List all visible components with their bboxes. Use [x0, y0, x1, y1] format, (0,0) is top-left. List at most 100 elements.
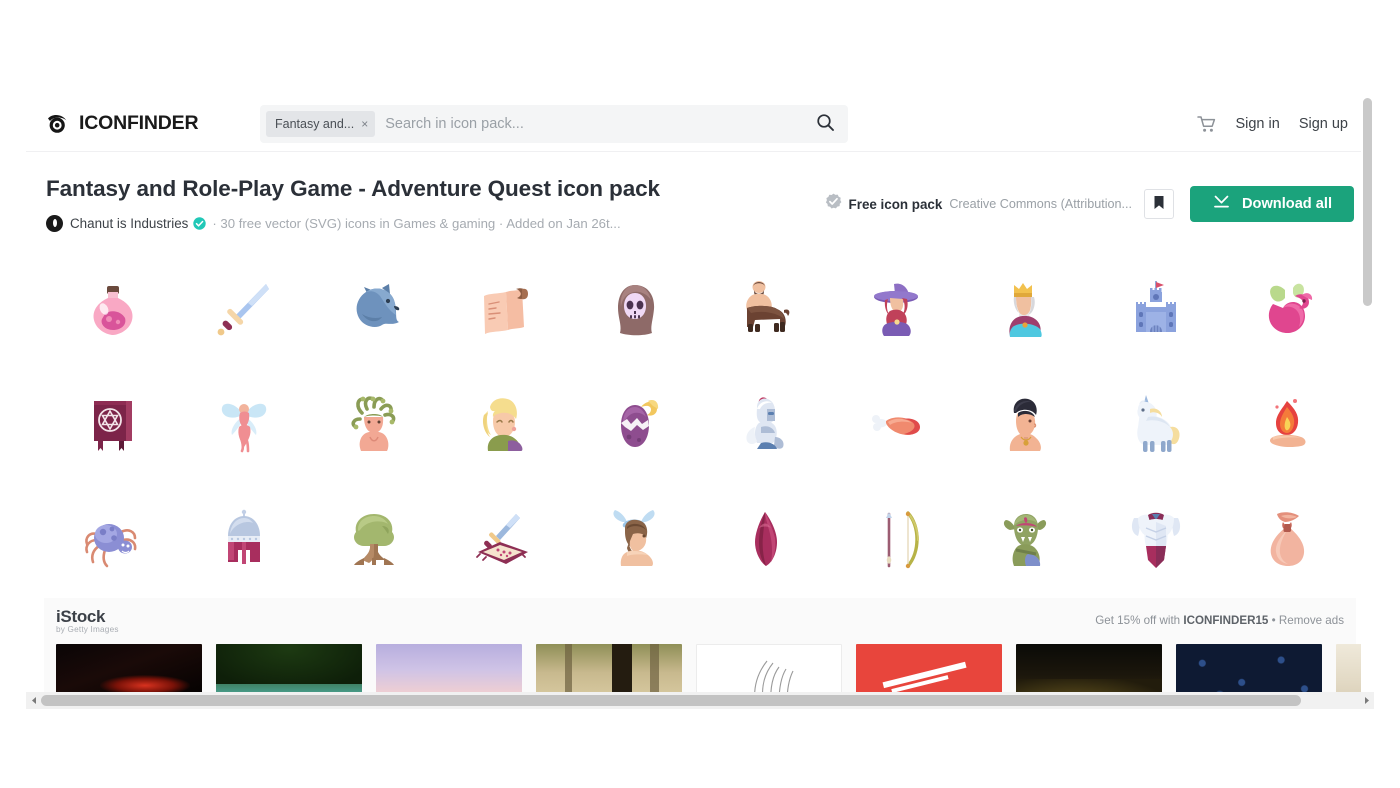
- bow-icon: [864, 508, 928, 572]
- browser-viewport: ICONFINDER Fantasy and... × Search in ic…: [26, 96, 1374, 712]
- icon-pack-header: Fantasy and Role-Play Game - Adventure Q…: [26, 152, 1374, 246]
- hero-icon: [994, 393, 1058, 457]
- icon-cell-spell-book[interactable]: [48, 367, 178, 482]
- icon-cell-king[interactable]: [961, 252, 1091, 367]
- sign-up-link[interactable]: Sign up: [1299, 116, 1348, 132]
- icon-cell-scroll[interactable]: [439, 252, 569, 367]
- pack-meta-text: · 30 free vector (SVG) icons in Games & …: [212, 216, 621, 231]
- icon-cell-dragon-egg[interactable]: [570, 367, 700, 482]
- spell-book-icon: [81, 393, 145, 457]
- icon-cell-orc[interactable]: [961, 482, 1091, 597]
- money-bag-icon: [1255, 508, 1319, 572]
- horizontal-scrollbar[interactable]: [26, 692, 1374, 709]
- istock-logo-name: iStock: [56, 607, 106, 626]
- dragon-icon: [1255, 278, 1319, 342]
- pack-actions: Free icon pack Creative Commons (Attribu…: [825, 176, 1354, 222]
- ad-promo-text: Get 15% off with ICONFINDER15 • Remove a…: [1095, 608, 1344, 627]
- download-all-label: Download all: [1242, 196, 1332, 212]
- close-icon[interactable]: ×: [361, 118, 368, 130]
- icon-cell-wolf[interactable]: [309, 252, 439, 367]
- license-info[interactable]: Free icon pack Creative Commons (Attribu…: [825, 193, 1132, 215]
- dragon-egg-icon: [603, 393, 667, 457]
- grim-reaper-icon: [603, 278, 667, 342]
- icon-cell-elf-girl[interactable]: [439, 367, 569, 482]
- sword-icon: [212, 278, 276, 342]
- crystal-icon: [733, 508, 797, 572]
- ad-promo-separator: •: [1268, 614, 1279, 627]
- icon-cell-spider[interactable]: [48, 482, 178, 597]
- unicorn-icon: [1124, 393, 1188, 457]
- download-all-button[interactable]: Download all: [1190, 186, 1354, 222]
- download-arrow-icon: [1212, 194, 1231, 214]
- bookmark-button[interactable]: [1144, 189, 1174, 219]
- icon-cell-medusa[interactable]: [309, 367, 439, 482]
- istock-logo-sub: by Getty Images: [56, 625, 119, 634]
- iconfinder-logo[interactable]: ICONFINDER: [44, 111, 234, 137]
- sign-in-link[interactable]: Sign in: [1235, 116, 1279, 132]
- icon-cell-dragon[interactable]: [1222, 252, 1352, 367]
- icon-cell-sword[interactable]: [178, 252, 308, 367]
- icon-cell-unicorn[interactable]: [1091, 367, 1221, 482]
- vertical-scrollbar-thumb[interactable]: [1363, 98, 1372, 306]
- meat-icon: [864, 393, 928, 457]
- icon-cell-potion[interactable]: [48, 252, 178, 367]
- fairy-icon: [212, 393, 276, 457]
- fire-magic-icon: [1255, 393, 1319, 457]
- icon-cell-witch[interactable]: [830, 252, 960, 367]
- verified-badge-icon: [193, 217, 207, 230]
- pack-metadata: Chanut is Industries · 30 free vector (S…: [46, 215, 825, 232]
- remove-ads-link[interactable]: Remove ads: [1279, 614, 1344, 627]
- license-label: Free icon pack: [848, 196, 943, 212]
- spider-icon: [81, 508, 145, 572]
- brand-text: ICONFINDER: [79, 112, 199, 134]
- icon-cell-money-bag[interactable]: [1222, 482, 1352, 597]
- elf-girl-icon: [472, 393, 536, 457]
- medusa-icon: [342, 393, 406, 457]
- search-filter-chip[interactable]: Fantasy and... ×: [266, 110, 376, 137]
- witch-icon: [864, 278, 928, 342]
- search-bar[interactable]: Fantasy and... ×: [260, 104, 848, 143]
- scroll-icon: [472, 278, 536, 342]
- icon-cell-grim-reaper[interactable]: [570, 252, 700, 367]
- icon-cell-fairy[interactable]: [178, 367, 308, 482]
- king-icon: [994, 278, 1058, 342]
- iconfinder-eye-logo: [44, 111, 70, 137]
- istock-ad-strip: iStock by Getty Images Get 15% off with …: [44, 598, 1374, 708]
- horizontal-scrollbar-thumb[interactable]: [41, 695, 1301, 706]
- pack-info: Fantasy and Role-Play Game - Adventure Q…: [46, 176, 825, 232]
- search-chip-label: Fantasy and...: [275, 116, 355, 131]
- scroll-left-arrow-icon[interactable]: [26, 692, 41, 709]
- icon-cell-hero[interactable]: [961, 367, 1091, 482]
- icon-cell-bow[interactable]: [830, 482, 960, 597]
- icon-cell-crystal[interactable]: [700, 482, 830, 597]
- icon-cell-fire-magic[interactable]: [1222, 367, 1352, 482]
- author-link[interactable]: Chanut is Industries: [70, 216, 188, 231]
- search-icon: [816, 113, 835, 135]
- header-actions: Sign in Sign up: [1197, 115, 1356, 133]
- orc-icon: [994, 508, 1058, 572]
- icon-cell-knight[interactable]: [700, 367, 830, 482]
- shopping-cart-icon[interactable]: [1197, 115, 1216, 133]
- icon-cell-castle[interactable]: [1091, 252, 1221, 367]
- centaur-icon: [733, 278, 797, 342]
- search-input[interactable]: [375, 115, 808, 132]
- potion-icon: [81, 278, 145, 342]
- scroll-right-arrow-icon[interactable]: [1359, 692, 1374, 709]
- tree-icon: [342, 508, 406, 572]
- icon-cell-magic-carpet[interactable]: [439, 482, 569, 597]
- search-button[interactable]: [808, 107, 842, 141]
- license-text: Creative Commons (Attribution...: [949, 197, 1132, 211]
- istock-logo[interactable]: iStock by Getty Images: [56, 608, 119, 634]
- ad-header: iStock by Getty Images Get 15% off with …: [56, 608, 1344, 642]
- horizontal-scrollbar-track[interactable]: [41, 692, 1359, 709]
- vertical-scrollbar[interactable]: [1361, 96, 1374, 712]
- icon-cell-meat[interactable]: [830, 367, 960, 482]
- icon-grid: [26, 246, 1374, 597]
- icon-cell-barbarian[interactable]: [570, 482, 700, 597]
- knight-icon: [733, 393, 797, 457]
- icon-cell-helmet[interactable]: [178, 482, 308, 597]
- icon-cell-tree[interactable]: [309, 482, 439, 597]
- icon-cell-centaur[interactable]: [700, 252, 830, 367]
- icon-cell-armor[interactable]: [1091, 482, 1221, 597]
- ad-promo-prefix: Get 15% off with: [1095, 614, 1184, 627]
